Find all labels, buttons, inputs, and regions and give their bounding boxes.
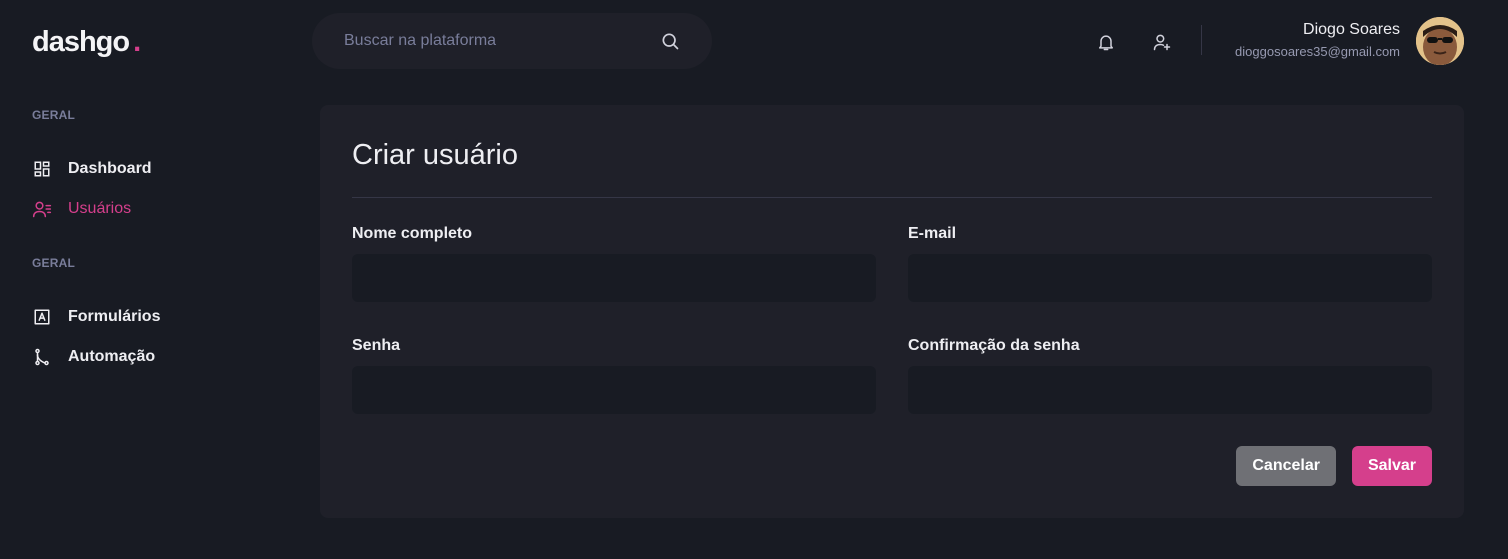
cancel-button[interactable]: Cancelar [1236, 446, 1336, 486]
form-icon [32, 307, 52, 327]
email-field[interactable] [908, 254, 1432, 302]
save-button[interactable]: Salvar [1351, 446, 1432, 486]
header-divider [1201, 25, 1202, 55]
name-label: Nome completo [352, 225, 473, 242]
card-divider [352, 197, 1432, 198]
password-confirmation-field[interactable] [908, 366, 1432, 414]
logo: dashgo. [32, 24, 141, 60]
automation-icon [32, 347, 52, 367]
sidebar-section-title: GERAL [32, 256, 75, 270]
page-title: Criar usuário [352, 139, 518, 171]
sidebar-section-title: GERAL [32, 108, 75, 122]
profile-name: Diogo Soares [1303, 21, 1400, 38]
sidebar-section-geral: GERAL Dashboard Usuários [32, 105, 272, 221]
sidebar-item-usuarios[interactable]: Usuários [32, 197, 272, 221]
search-icon[interactable] [660, 31, 680, 51]
profile-email: dioggosoares35@gmail.com [1235, 44, 1400, 59]
search-bar[interactable] [312, 13, 712, 69]
dashboard-icon [32, 159, 52, 179]
sidebar-item-automacao[interactable]: Automação [32, 345, 272, 369]
field-name: Nome completo [352, 222, 876, 302]
bell-icon[interactable] [1094, 30, 1118, 54]
users-icon [32, 199, 52, 219]
avatar[interactable] [1416, 17, 1464, 65]
field-password-confirmation: Confirmação da senha [908, 334, 1432, 414]
password-field[interactable] [352, 366, 876, 414]
sidebar-item-formularios[interactable]: Formulários [32, 305, 272, 329]
field-email: E-mail [908, 222, 1432, 302]
field-password: Senha [352, 334, 876, 414]
create-user-form: Nome completo E-mail Senha Confirmação d… [352, 222, 1432, 414]
profile-info: Diogo Soares dioggosoares35@gmail.com [1235, 20, 1400, 62]
sidebar-item-label: Dashboard [68, 160, 152, 177]
user-plus-icon[interactable] [1150, 30, 1174, 54]
sidebar: GERAL Dashboard Usuários GERAL Formulári… [32, 105, 272, 385]
search-input[interactable] [344, 32, 660, 50]
logo-text: dashgo [32, 26, 130, 58]
app: dashgo. Diogo Soares dioggosoares35@gmai… [0, 0, 1508, 559]
create-user-card: Criar usuário Nome completo E-mail Senha… [320, 105, 1464, 518]
sidebar-nav-list: Formulários Automação [32, 305, 272, 369]
sidebar-item-label: Formulários [68, 308, 161, 325]
email-label: E-mail [908, 225, 957, 242]
password-label: Senha [352, 337, 401, 354]
sidebar-item-label: Usuários [68, 200, 132, 217]
password-confirmation-label: Confirmação da senha [908, 337, 1080, 354]
sidebar-item-label: Automação [68, 348, 156, 365]
logo-dot: . [133, 26, 141, 58]
sidebar-nav-list: Dashboard Usuários [32, 157, 272, 221]
header-notifications [1094, 28, 1174, 56]
name-field[interactable] [352, 254, 876, 302]
form-actions: Cancelar Salvar [1236, 446, 1432, 486]
sidebar-section-geral-2: GERAL Formulários Automação [32, 253, 272, 369]
sidebar-item-dashboard[interactable]: Dashboard [32, 157, 272, 181]
